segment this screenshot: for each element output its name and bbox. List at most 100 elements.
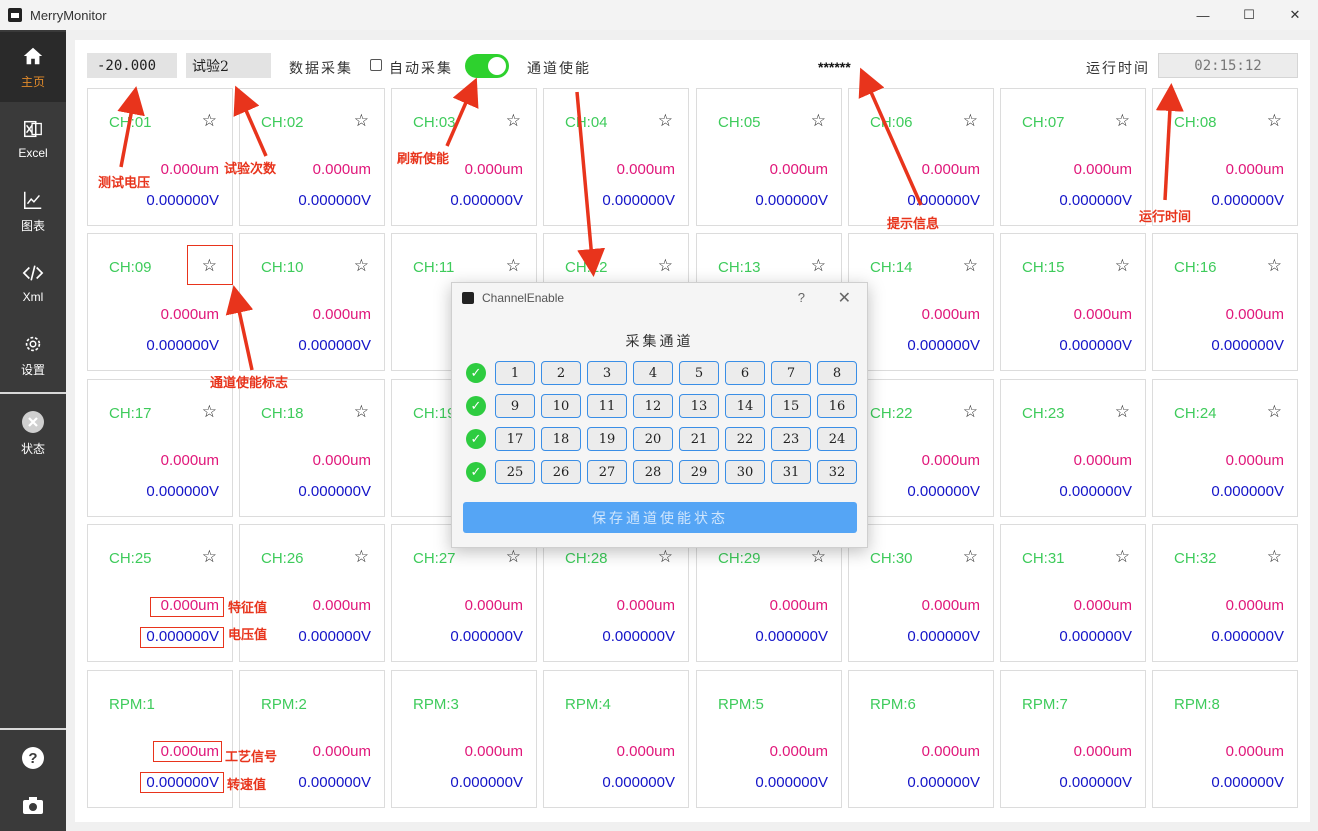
channel-enable-star-icon[interactable]: ☆ [354, 402, 369, 422]
channel-name: CH:07 [1022, 114, 1065, 131]
channel-toggle-button[interactable]: 7 [771, 361, 811, 385]
channel-toggle-button[interactable]: 20 [633, 427, 673, 451]
sidebar-item-settings[interactable]: 设置 [0, 320, 66, 390]
channel-toggle-button[interactable]: 15 [771, 394, 811, 418]
channel-toggle-button[interactable]: 13 [679, 394, 719, 418]
channel-toggle-button[interactable]: 21 [679, 427, 719, 451]
sidebar-item-chart[interactable]: 图表 [0, 176, 66, 246]
channel-card: CH:02 ☆ 0.000um 0.000000V [239, 88, 385, 226]
channel-enable-star-icon[interactable]: ☆ [1115, 547, 1130, 567]
channel-enable-star-icon[interactable]: ☆ [354, 256, 369, 276]
channel-enable-star-icon[interactable]: ☆ [963, 256, 978, 276]
channel-toggle-button[interactable]: 17 [495, 427, 535, 451]
voltage-value: 0.000000V [907, 192, 980, 209]
channel-toggle-button[interactable]: 22 [725, 427, 765, 451]
channel-toggle-button[interactable]: 16 [817, 394, 857, 418]
channel-enable-star-icon[interactable]: ☆ [811, 547, 826, 567]
channel-enable-star-icon[interactable]: ☆ [1115, 256, 1130, 276]
channel-enable-star-icon[interactable]: ☆ [1267, 547, 1282, 567]
channel-enable-star-icon[interactable]: ☆ [1267, 111, 1282, 131]
channel-toggle-button[interactable]: 31 [771, 460, 811, 484]
channel-toggle-button[interactable]: 19 [587, 427, 627, 451]
channel-enable-star-icon[interactable]: ☆ [1115, 111, 1130, 131]
row-enable-check-icon[interactable]: ✓ [466, 363, 486, 383]
channel-toggle-button[interactable]: 24 [817, 427, 857, 451]
channel-card: RPM:4 0.000um 0.000000V [543, 670, 689, 808]
channel-enable-star-icon[interactable]: ☆ [506, 111, 521, 131]
save-channel-enable-button[interactable]: 保存通道使能状态 [463, 502, 857, 533]
channel-toggle-button[interactable]: 25 [495, 460, 535, 484]
channel-toggle-button[interactable]: 1 [495, 361, 535, 385]
channel-enable-star-icon[interactable]: ☆ [202, 111, 217, 131]
channel-toggle-button[interactable]: 29 [679, 460, 719, 484]
voltage-value: 0.000000V [907, 337, 980, 354]
dialog-help-button[interactable]: ? [798, 290, 805, 305]
sidebar-item-xml[interactable]: Xml [0, 248, 66, 318]
channel-name: CH:01 [109, 114, 152, 131]
channel-toggle-button[interactable]: 4 [633, 361, 673, 385]
channel-toggle-button[interactable]: 10 [541, 394, 581, 418]
auto-collect-checkbox[interactable] [370, 59, 382, 71]
channel-name: CH:32 [1174, 550, 1217, 567]
feature-value: 0.000um [921, 597, 980, 614]
voltage-value: 0.000000V [907, 628, 980, 645]
channel-toggle-button[interactable]: 32 [817, 460, 857, 484]
channel-enable-star-icon[interactable]: ☆ [963, 111, 978, 131]
channel-toggle-button[interactable]: 26 [541, 460, 581, 484]
channel-toggle-button[interactable]: 18 [541, 427, 581, 451]
channel-enable-star-icon[interactable]: ☆ [506, 547, 521, 567]
channel-toggle-button[interactable]: 27 [587, 460, 627, 484]
channel-enable-star-icon[interactable]: ☆ [1115, 402, 1130, 422]
channel-enable-star-icon[interactable]: ☆ [811, 256, 826, 276]
screenshot-button[interactable] [0, 775, 66, 831]
channel-toggle-button[interactable]: 6 [725, 361, 765, 385]
channel-enable-star-icon[interactable]: ☆ [202, 402, 217, 422]
channel-toggle-button[interactable]: 9 [495, 394, 535, 418]
channel-toggle-button[interactable]: 12 [633, 394, 673, 418]
channel-enable-star-icon[interactable]: ☆ [658, 111, 673, 131]
minimize-button[interactable]: — [1180, 0, 1226, 30]
channel-toggle-button[interactable]: 5 [679, 361, 719, 385]
channel-enable-star-icon[interactable]: ☆ [354, 111, 369, 131]
row-enable-check-icon[interactable]: ✓ [466, 396, 486, 416]
dialog-close-button[interactable]: ✕ [838, 288, 851, 308]
channel-enable-star-icon[interactable]: ☆ [202, 547, 217, 567]
channel-name: CH:06 [870, 114, 913, 131]
channel-toggle-button[interactable]: 3 [587, 361, 627, 385]
trial-name-field[interactable]: 试验2 [186, 53, 271, 78]
feature-value: 0.000um [312, 597, 371, 614]
channel-enable-star-icon[interactable]: ☆ [963, 547, 978, 567]
channel-enable-star-icon[interactable]: ☆ [658, 547, 673, 567]
sidebar-item-status[interactable]: 状态 [0, 398, 66, 468]
sidebar-item-home[interactable]: 主页 [0, 32, 66, 102]
channel-name: CH:13 [718, 259, 761, 276]
channel-card: CH:14 ☆ 0.000um 0.000000V [848, 233, 994, 371]
sidebar-item-label: 主页 [20, 74, 45, 89]
channel-toggle-button[interactable]: 30 [725, 460, 765, 484]
channel-enable-star-icon[interactable]: ☆ [506, 256, 521, 276]
channel-enable-star-icon[interactable]: ☆ [963, 402, 978, 422]
refresh-enable-toggle[interactable] [465, 54, 509, 78]
channel-toggle-button[interactable]: 2 [541, 361, 581, 385]
channel-toggle-button[interactable]: 28 [633, 460, 673, 484]
channel-enable-star-icon[interactable]: ☆ [658, 256, 673, 276]
camera-icon [23, 797, 43, 814]
sidebar-item-excel[interactable]: Excel [0, 104, 66, 174]
maximize-button[interactable]: ☐ [1226, 0, 1272, 30]
row-enable-check-icon[interactable]: ✓ [466, 429, 486, 449]
test-voltage-field[interactable]: -20.000 [87, 53, 177, 78]
channel-enable-star-icon[interactable]: ☆ [1267, 402, 1282, 422]
channel-toggle-button[interactable]: 8 [817, 361, 857, 385]
feature-value: 0.000um [464, 161, 523, 178]
channel-toggle-button[interactable]: 23 [771, 427, 811, 451]
channel-enable-button[interactable]: 通道使能 [527, 58, 591, 78]
close-button[interactable]: ✕ [1272, 0, 1318, 30]
row-enable-check-icon[interactable]: ✓ [466, 462, 486, 482]
channel-enable-star-icon[interactable]: ☆ [811, 111, 826, 131]
channel-enable-star-icon[interactable]: ☆ [354, 547, 369, 567]
annotation-highlight-voltage [140, 627, 224, 648]
channel-toggle-button[interactable]: 11 [587, 394, 627, 418]
data-collect-button[interactable]: 数据采集 [289, 58, 353, 78]
channel-enable-star-icon[interactable]: ☆ [1267, 256, 1282, 276]
channel-toggle-button[interactable]: 14 [725, 394, 765, 418]
